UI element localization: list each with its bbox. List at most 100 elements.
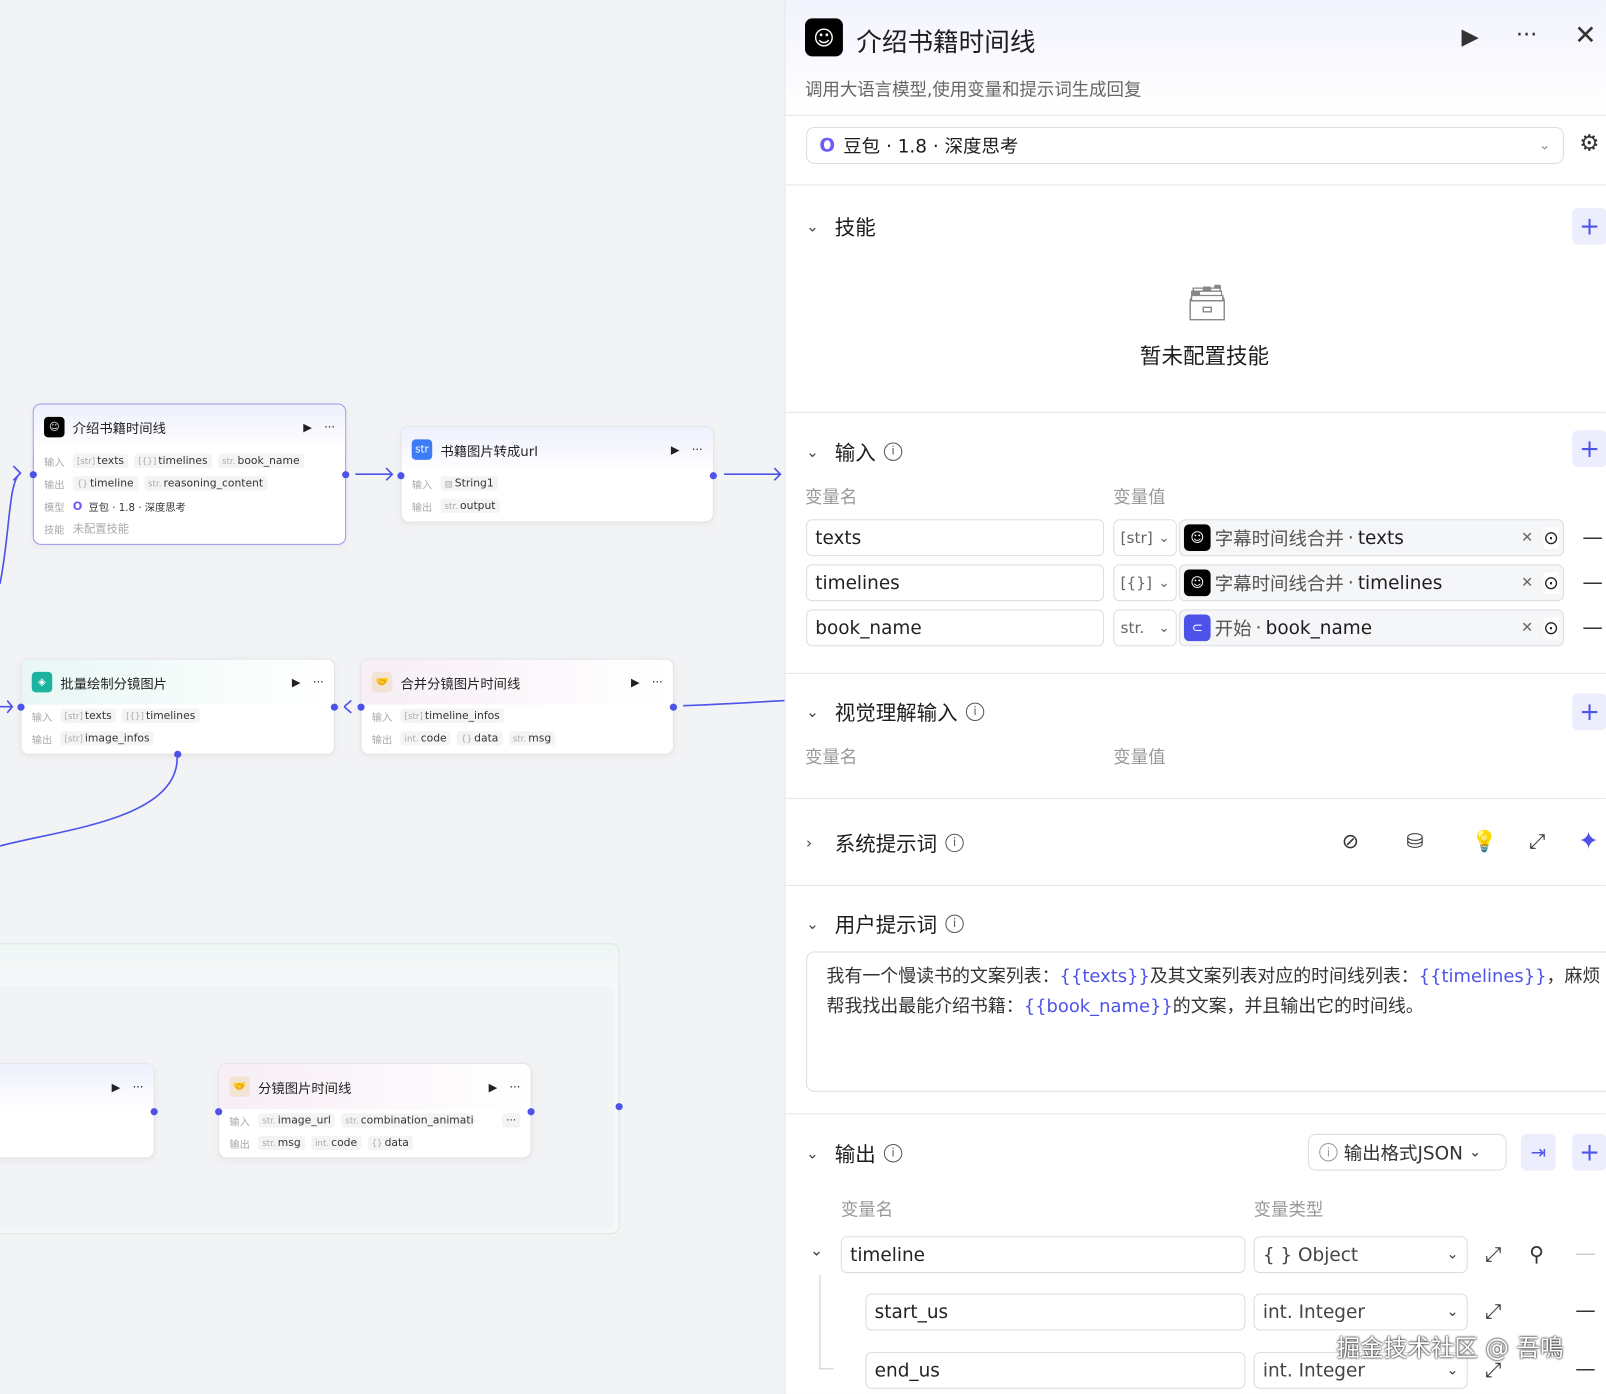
- input-var-type-select[interactable]: [{}] ⌄: [1113, 564, 1177, 602]
- output-port[interactable]: [330, 703, 338, 711]
- input-var-reference[interactable]: ⊂ 开始 · book_name ✕ ⊙: [1178, 609, 1564, 647]
- batch-port[interactable]: [174, 750, 182, 758]
- run-icon[interactable]: ▶: [671, 443, 680, 456]
- section-output[interactable]: ⌄ 输出 i: [806, 1138, 903, 1168]
- lightbulb-icon[interactable]: 💡: [1472, 829, 1498, 854]
- expand-icon[interactable]: ⤢: [1485, 1299, 1501, 1324]
- input-var-name[interactable]: texts: [806, 519, 1105, 557]
- remove-output-icon[interactable]: —: [1575, 1356, 1595, 1381]
- section-user-prompt[interactable]: ⌄ 用户提示词 i: [806, 908, 964, 938]
- more-icon[interactable]: ···: [1516, 23, 1537, 49]
- run-icon[interactable]: ▶: [1462, 25, 1479, 51]
- chevron-down-icon: ⌄: [806, 441, 819, 461]
- node-partial[interactable]: ▶ ···: [0, 1063, 158, 1159]
- chevron-down-icon: ⌄: [1446, 1362, 1459, 1379]
- section-vision-input[interactable]: ⌄ 视觉理解输入 i: [806, 696, 985, 726]
- node-icon: ☺: [1183, 569, 1211, 597]
- section-skills[interactable]: ⌄ 技能: [806, 211, 876, 241]
- info-icon[interactable]: i: [965, 702, 985, 721]
- more-icon[interactable]: ···: [133, 1080, 144, 1093]
- input-port[interactable]: [29, 471, 37, 479]
- input-port[interactable]: [17, 703, 25, 711]
- import-json-button[interactable]: ⇥: [1520, 1133, 1556, 1171]
- more-inputs[interactable]: ···: [501, 1113, 521, 1128]
- run-icon[interactable]: ▶: [489, 1080, 498, 1093]
- add-vision-input-button[interactable]: +: [1572, 693, 1606, 731]
- output-var-name[interactable]: end_us: [865, 1351, 1246, 1389]
- remove-output-icon[interactable]: —: [1575, 1240, 1595, 1265]
- close-icon[interactable]: ✕: [1574, 20, 1596, 51]
- output-port[interactable]: [669, 703, 677, 711]
- run-icon[interactable]: ▶: [112, 1080, 121, 1093]
- remove-input-icon[interactable]: —: [1582, 524, 1602, 549]
- output-port[interactable]: [342, 471, 350, 479]
- expand-icon[interactable]: ⤢: [1485, 1241, 1501, 1266]
- input-var-name[interactable]: book_name: [806, 609, 1105, 647]
- watermark: 掘金技术社区 @ 吾鳴: [1336, 1335, 1564, 1363]
- edge: [0, 472, 22, 584]
- input-var-reference[interactable]: ☺ 字幕时间线合并 · texts ✕ ⊙: [1178, 519, 1564, 557]
- clear-icon[interactable]: ✕: [1521, 620, 1533, 636]
- section-inputs[interactable]: ⌄ 输入 i: [806, 436, 903, 466]
- variable-picker-icon[interactable]: ⊙: [1543, 572, 1559, 594]
- more-icon[interactable]: ···: [324, 420, 335, 433]
- input-port[interactable]: [215, 1108, 223, 1116]
- run-icon[interactable]: ▶: [303, 420, 312, 433]
- group-output-port[interactable]: [615, 1103, 623, 1111]
- input-var-reference[interactable]: ☺ 字幕时间线合并 · timelines ✕ ⊙: [1178, 564, 1564, 602]
- output-port[interactable]: [527, 1108, 535, 1116]
- more-icon[interactable]: ···: [510, 1080, 521, 1093]
- clear-icon[interactable]: ✕: [1521, 575, 1533, 591]
- chevron-down-icon: ⌄: [1158, 530, 1170, 546]
- remove-input-icon[interactable]: —: [1582, 615, 1602, 640]
- add-input-button[interactable]: +: [1572, 430, 1606, 468]
- more-icon[interactable]: ···: [692, 443, 703, 456]
- output-var-type-select[interactable]: { } Object ⌄: [1253, 1236, 1468, 1274]
- input-var-type-select[interactable]: [str] ⌄: [1113, 519, 1177, 557]
- chevron-down-icon: ⌄: [1158, 620, 1170, 636]
- input-var-name[interactable]: timelines: [806, 564, 1105, 602]
- node-book-image-to-url[interactable]: str 书籍图片转成url ▶ ··· 输入 ▨ String1 输出 str. output: [397, 426, 717, 523]
- info-icon[interactable]: i: [945, 833, 964, 852]
- output-var-name[interactable]: timeline: [840, 1236, 1246, 1274]
- add-child-icon[interactable]: ⚲: [1529, 1241, 1544, 1266]
- add-output-button[interactable]: +: [1572, 1133, 1606, 1171]
- compass-icon[interactable]: ⊘: [1342, 829, 1359, 854]
- node-batch-draw-images[interactable]: ◈ 批量绘制分镜图片 ▶ ··· 输入 [str] texts[{}] timelines …: [17, 658, 338, 758]
- node-merge-image-timeline[interactable]: 🤝 合并分镜图片时间线 ▶ ··· 输入 [str] timeline_infos 输出 i…: [357, 658, 677, 755]
- doubao-icon: O: [72, 499, 83, 513]
- output-var-type-select[interactable]: int. Integer ⌄: [1253, 1293, 1468, 1331]
- expand-icon[interactable]: ⤢: [1529, 829, 1545, 854]
- edge: [0, 700, 14, 714]
- output-port[interactable]: [150, 1108, 158, 1116]
- output-var-name[interactable]: start_us: [865, 1293, 1246, 1331]
- input-port[interactable]: [397, 472, 405, 480]
- variable-picker-icon[interactable]: ⊙: [1543, 526, 1559, 549]
- clear-icon[interactable]: ✕: [1521, 530, 1533, 546]
- ai-sparkle-icon[interactable]: ✦: [1578, 827, 1599, 856]
- model-select[interactable]: O 豆包 · 1.8 · 深度思考 ⌄: [806, 127, 1564, 164]
- run-icon[interactable]: ▶: [292, 675, 301, 688]
- remove-output-icon[interactable]: —: [1575, 1298, 1595, 1323]
- add-skill-button[interactable]: +: [1572, 207, 1606, 245]
- more-icon[interactable]: ···: [313, 675, 324, 688]
- info-icon[interactable]: i: [883, 1143, 903, 1162]
- more-icon[interactable]: ···: [652, 675, 663, 688]
- input-port[interactable]: [357, 703, 365, 711]
- gear-icon[interactable]: ⚙: [1579, 131, 1599, 157]
- section-system-prompt[interactable]: › 系统提示词 i: [806, 828, 964, 858]
- prompt-library-icon[interactable]: ⛁: [1406, 829, 1423, 854]
- output-format-select[interactable]: i 输出格式JSON ⌄: [1307, 1133, 1507, 1171]
- panel-title[interactable]: 介绍书籍时间线: [856, 23, 1035, 60]
- remove-input-icon[interactable]: —: [1582, 569, 1602, 594]
- user-prompt-editor[interactable]: 我有一个慢读书的文案列表：{{texts}}及其文案列表对应的时间线列表：{{t…: [806, 951, 1606, 1092]
- output-port[interactable]: [709, 472, 717, 480]
- node-storyboard-timeline[interactable]: 🤝 分镜图片时间线 ▶ ··· 输入 str. image_url str. combinat…: [215, 1063, 535, 1159]
- node-intro-book-timeline[interactable]: ☺ 介绍书籍时间线 ▶ ··· 输入 [str] texts[{}] timelines st…: [29, 403, 350, 545]
- chevron-down-icon[interactable]: ⌄: [810, 1241, 823, 1259]
- variable-picker-icon[interactable]: ⊙: [1543, 617, 1559, 639]
- input-var-type-select[interactable]: str. ⌄: [1113, 609, 1177, 647]
- run-icon[interactable]: ▶: [631, 675, 640, 688]
- info-icon[interactable]: i: [945, 914, 964, 933]
- info-icon[interactable]: i: [883, 441, 903, 461]
